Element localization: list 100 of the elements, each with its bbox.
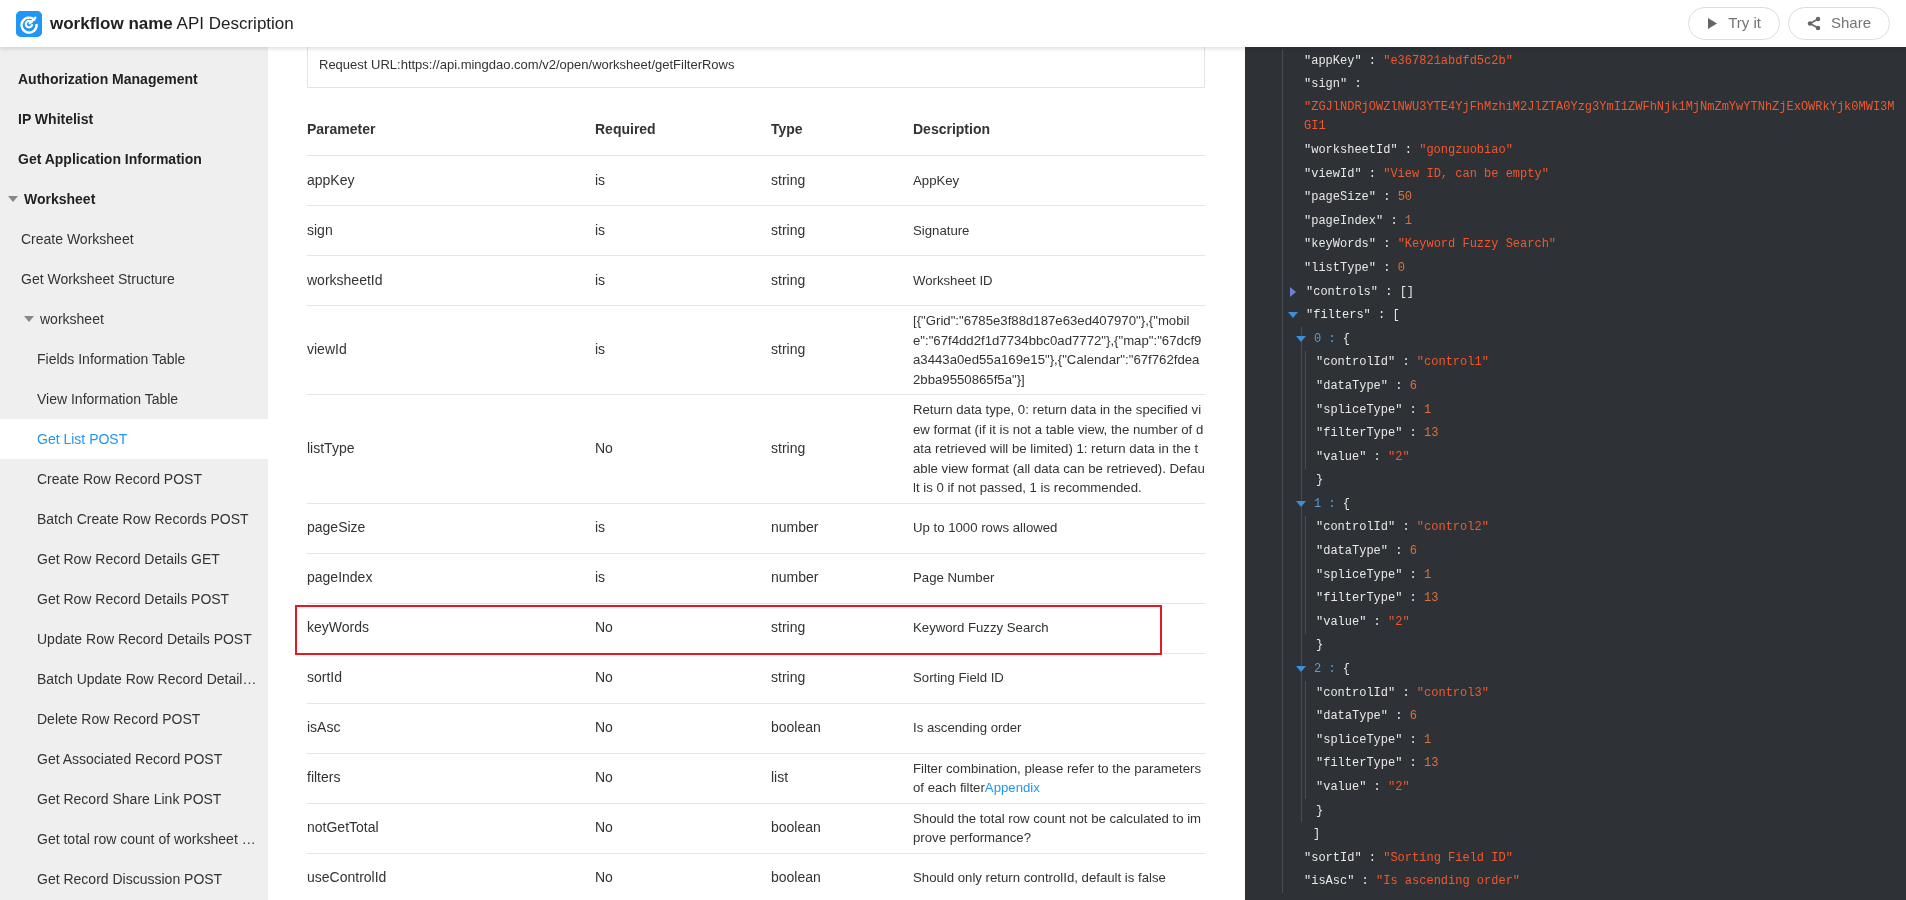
json-key: "isAsc" :: [1304, 872, 1376, 891]
table-cell-text: string: [771, 668, 807, 688]
table-cell-text: listType: [307, 439, 356, 458]
json-bracket: {: [1342, 495, 1350, 513]
table-cell-text: list: [771, 768, 790, 788]
caret-icon[interactable]: [1296, 500, 1306, 507]
sidebar-item[interactable]: Batch Create Row Records POST: [0, 499, 268, 539]
json-key: "controlId" :: [1316, 353, 1417, 372]
json-key: "keyWords" :: [1304, 235, 1398, 254]
table-cell-text: Up to 1000 rows allowed: [913, 519, 1059, 538]
json-value: 1: [1424, 566, 1432, 584]
table-cell-text: string: [771, 220, 807, 240]
json-value: 13: [1424, 590, 1439, 608]
sidebar-item[interactable]: Create Row Record POST: [0, 459, 268, 499]
json-value: "control2": [1416, 519, 1489, 537]
json-value: "View ID, can be empty": [1383, 165, 1549, 183]
sidebar-item[interactable]: Get Associated Record POST: [0, 739, 268, 779]
json-key: "pageIndex" :: [1304, 211, 1405, 230]
table-cell-text: boolean: [771, 718, 822, 738]
table-cell-text: Keyword Fuzzy Search: [913, 619, 1050, 638]
json-value: 13: [1424, 425, 1439, 443]
sidebar-item[interactable]: Authorization Management: [0, 59, 268, 99]
json-value: 13: [1424, 755, 1439, 773]
table-cell-text: viewId: [307, 340, 348, 360]
json-value: "2": [1388, 448, 1410, 466]
column-header: Type: [771, 119, 804, 139]
json-key: "filters" :: [1306, 306, 1393, 325]
table-cell-text: No: [595, 718, 614, 738]
table-cell-text: No: [595, 768, 614, 788]
json-key: "filterType" :: [1316, 754, 1425, 773]
table-cell-text: is: [595, 170, 607, 190]
caret-icon: [8, 196, 18, 202]
json-value: 6: [1409, 708, 1417, 726]
sidebar-item[interactable]: Get Row Record Details GET: [0, 539, 268, 579]
table-cell-text: string: [771, 439, 807, 458]
sidebar-item[interactable]: Create Worksheet: [0, 219, 268, 259]
sidebar-item[interactable]: Get Row Record Details POST: [0, 579, 268, 619]
table-cell-text: filters: [307, 768, 342, 788]
json-bracket: [: [1392, 307, 1400, 325]
json-value: "Keyword Fuzzy Search": [1397, 236, 1557, 254]
json-key: "dataType" :: [1316, 542, 1410, 561]
json-value: "Sorting Field ID": [1383, 849, 1513, 867]
table-cell-text: boolean: [771, 818, 822, 838]
table-cell-text: No: [595, 668, 614, 688]
table-cell-text: Is ascending order: [913, 719, 1023, 738]
json-key: "worksheetId" :: [1304, 141, 1420, 159]
table-cell-text: notGetTotal: [307, 818, 380, 838]
table-cell-text: is: [595, 568, 607, 588]
sidebar-item[interactable]: Batch Update Row Record Detail…: [0, 659, 268, 699]
json-bracket: }: [1316, 802, 1324, 820]
table-cell-text: worksheetId: [307, 270, 384, 290]
json-bracket: }: [1316, 637, 1324, 655]
json-key: "controlId" :: [1316, 683, 1417, 702]
json-value: 1: [1424, 731, 1432, 749]
caret-icon[interactable]: [1290, 286, 1296, 297]
table-cell-text: is: [595, 270, 607, 290]
table-cell-text: isAsc: [307, 718, 342, 738]
sidebar-item[interactable]: worksheet: [0, 299, 268, 339]
json-bracket: }: [1316, 472, 1324, 490]
table-cell-text: No: [595, 818, 614, 838]
table-cell-text: boolean: [771, 868, 822, 888]
json-key: 0 :: [1314, 329, 1343, 348]
table-cell-text: number: [771, 568, 820, 588]
json-key: "viewId" :: [1304, 164, 1384, 183]
json-value: "Is ascending order": [1376, 873, 1521, 891]
sidebar-item[interactable]: Get Application Information: [0, 139, 268, 179]
sidebar-item[interactable]: View Information Table: [0, 379, 268, 419]
sidebar-item[interactable]: Worksheet: [0, 179, 268, 219]
json-key: "value" :: [1316, 778, 1388, 796]
sidebar-item[interactable]: Get Record Share Link POST: [0, 779, 268, 819]
sidebar-item[interactable]: IP Whitelist: [0, 99, 268, 139]
caret-icon[interactable]: [1288, 312, 1298, 319]
table-cell-text: Sorting Field ID: [913, 669, 1005, 688]
json-key: 2 :: [1314, 660, 1343, 679]
share-button[interactable]: Share: [1787, 7, 1890, 40]
json-value: "gongzuobiao": [1419, 142, 1513, 159]
sidebar-item[interactable]: Fields Information Table: [0, 339, 268, 379]
json-value: "control1": [1416, 354, 1489, 372]
sidebar-item[interactable]: Get total row count of worksheet …: [0, 819, 268, 859]
caret-icon[interactable]: [1296, 666, 1306, 673]
sidebar-item[interactable]: Update Row Record Details POST: [0, 619, 268, 659]
table-cell-text: pageSize: [307, 518, 367, 538]
json-value: 50: [1397, 189, 1413, 207]
sidebar-item[interactable]: Get Record Discussion POST: [0, 859, 268, 899]
caret-icon: [24, 316, 34, 322]
json-value: "2": [1388, 779, 1410, 796]
table-cell-text: pageIndex: [307, 568, 374, 588]
sidebar-item[interactable]: Get Worksheet Structure: [0, 259, 268, 299]
try-it-button[interactable]: Try it: [1688, 7, 1780, 40]
sidebar-item[interactable]: Delete Row Record POST: [0, 699, 268, 739]
table-cell-text: string: [771, 270, 807, 290]
caret-icon[interactable]: [1296, 335, 1306, 342]
table-cell-text: Signature: [913, 221, 971, 240]
share-icon: [1806, 16, 1821, 31]
json-value: 1: [1424, 401, 1432, 419]
json-bracket: {: [1342, 330, 1350, 348]
table-cell-text: appKey: [307, 170, 356, 190]
table-cell-text: Worksheet ID: [913, 271, 994, 290]
json-bracket: ]: [1313, 826, 1321, 844]
table-cell-text: Should the total row count not be calculated to improve performance?: [913, 809, 1203, 847]
